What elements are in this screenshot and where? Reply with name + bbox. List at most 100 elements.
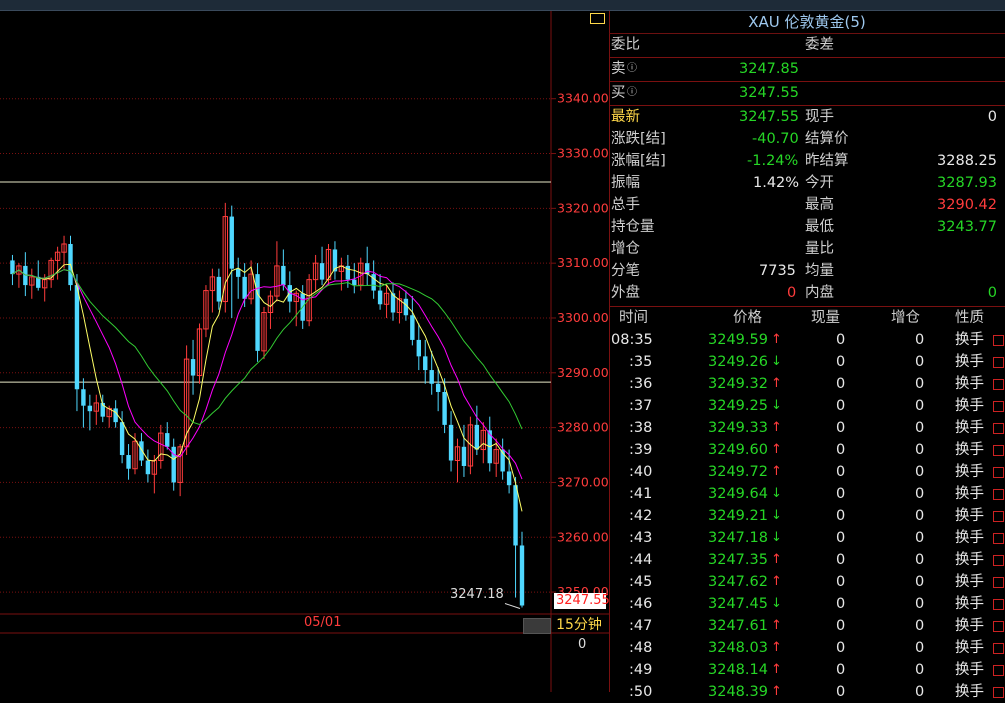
tick-time: :50 xyxy=(629,684,653,700)
tick-row[interactable]: :38 3249.33 ↑ 0 0 换手 xyxy=(609,417,1005,439)
inner-value: 0 xyxy=(987,285,997,301)
tick-volume: 0 xyxy=(836,376,846,392)
change-label: 涨跌[结] xyxy=(611,131,666,147)
tick-increase: 0 xyxy=(915,552,925,568)
tick-row[interactable]: :37 3249.25 ↓ 0 0 换手 xyxy=(609,395,1005,417)
row-toggle-icon[interactable] xyxy=(993,467,1004,478)
tick-row[interactable]: :44 3247.35 ↑ 0 0 换手 xyxy=(609,549,1005,571)
row-toggle-icon[interactable] xyxy=(993,489,1004,500)
tick-increase: 0 xyxy=(915,486,925,502)
quote-row-change: 涨跌[结] -40.70 结算价 xyxy=(609,128,1005,150)
tick-price: 3247.18 xyxy=(708,530,768,546)
tick-volume: 0 xyxy=(836,508,846,524)
tick-row[interactable]: :35 3249.26 ↓ 0 0 换手 xyxy=(609,351,1005,373)
tick-type: 换手 xyxy=(955,684,984,700)
candle-body-down xyxy=(165,433,170,447)
tick-row[interactable]: :49 3248.14 ↑ 0 0 换手 xyxy=(609,659,1005,681)
latest-value: 3247.55 xyxy=(739,109,799,125)
chart-corner-marker[interactable] xyxy=(590,13,605,24)
tick-volume: 0 xyxy=(836,618,846,634)
quote-row-increase: 增仓 量比 xyxy=(609,238,1005,260)
period-selector[interactable]: 15分钟 xyxy=(553,616,605,635)
tick-volume: 0 xyxy=(836,354,846,370)
sell-info-icon: ⓘ xyxy=(627,63,637,74)
arrow-up-icon: ↑ xyxy=(771,662,782,677)
last-low-pointer xyxy=(504,603,521,610)
ratio-label: 委比 xyxy=(611,37,640,53)
candle-body-down xyxy=(74,285,80,390)
tick-time: :43 xyxy=(629,530,653,546)
tick-time: :48 xyxy=(629,640,653,656)
buy-label: 买 xyxy=(611,85,626,101)
candle-body-down xyxy=(410,315,415,340)
tick-row[interactable]: :46 3247.45 ↓ 0 0 换手 xyxy=(609,593,1005,615)
row-toggle-icon[interactable] xyxy=(993,621,1004,632)
amplitude-value: 1.42% xyxy=(753,175,800,191)
tick-row[interactable]: :36 3249.32 ↑ 0 0 换手 xyxy=(609,373,1005,395)
low-label: 最低 xyxy=(805,219,834,235)
tick-row[interactable]: :48 3248.03 ↑ 0 0 换手 xyxy=(609,637,1005,659)
arrow-up-icon: ↑ xyxy=(771,332,782,347)
row-toggle-icon[interactable] xyxy=(993,555,1004,566)
row-toggle-icon[interactable] xyxy=(993,335,1004,346)
tick-row[interactable]: :42 3249.21 ↓ 0 0 换手 xyxy=(609,505,1005,527)
buy-price: 3247.55 xyxy=(739,85,799,101)
candle-body-down xyxy=(461,446,467,466)
outer-value: 0 xyxy=(787,285,797,301)
current-hand-value: 0 xyxy=(987,109,997,125)
change-pct-value: -1.24% xyxy=(747,153,799,169)
arrow-down-icon: ↓ xyxy=(771,530,782,545)
row-toggle-icon[interactable] xyxy=(993,357,1004,368)
quote-row-outer: 外盘 0 内盘 0 xyxy=(609,282,1005,304)
last-low-annotation: 3247.18 xyxy=(450,587,504,602)
row-toggle-icon[interactable] xyxy=(993,577,1004,588)
tick-volume: 0 xyxy=(836,530,846,546)
arrow-down-icon: ↓ xyxy=(771,508,782,523)
avg-label: 均量 xyxy=(805,263,834,279)
tick-row[interactable]: :45 3247.62 ↑ 0 0 换手 xyxy=(609,571,1005,593)
tick-type: 换手 xyxy=(955,354,984,370)
row-toggle-icon[interactable] xyxy=(993,401,1004,412)
tick-increase: 0 xyxy=(915,420,925,436)
tick-volume: 0 xyxy=(836,684,846,700)
y-tick-label: 3280.00 xyxy=(557,420,609,435)
tick-row[interactable]: :41 3249.64 ↓ 0 0 换手 xyxy=(609,483,1005,505)
tick-volume: 0 xyxy=(836,486,846,502)
tick-type: 换手 xyxy=(955,442,984,458)
candle-body-down xyxy=(377,290,383,305)
row-toggle-icon[interactable] xyxy=(993,665,1004,676)
volume-ratio-label: 量比 xyxy=(805,241,834,257)
row-toggle-icon[interactable] xyxy=(993,687,1004,698)
row-toggle-icon[interactable] xyxy=(993,379,1004,390)
candlestick-chart[interactable]: 3340.00 3330.00 3320.00 3310.00 3300.00 3290.… xyxy=(0,11,609,692)
tick-volume: 0 xyxy=(836,640,846,656)
row-toggle-icon[interactable] xyxy=(993,445,1004,456)
settle-label: 结算价 xyxy=(805,131,849,147)
tick-row[interactable]: 08:35 3249.59 ↑ 0 0 换手 xyxy=(609,329,1005,351)
low-value: 3243.77 xyxy=(937,219,997,235)
arrow-up-icon: ↑ xyxy=(771,552,782,567)
tick-row[interactable]: :43 3247.18 ↓ 0 0 换手 xyxy=(609,527,1005,549)
row-toggle-icon[interactable] xyxy=(993,423,1004,434)
tick-volume: 0 xyxy=(836,596,846,612)
row-toggle-icon[interactable] xyxy=(993,533,1004,544)
col-increase: 增仓 xyxy=(891,310,920,326)
tick-type: 换手 xyxy=(955,332,984,348)
tick-price: 3247.61 xyxy=(708,618,768,634)
row-toggle-icon[interactable] xyxy=(993,511,1004,522)
row-toggle-icon[interactable] xyxy=(993,599,1004,610)
tick-row[interactable]: :47 3247.61 ↑ 0 0 换手 xyxy=(609,615,1005,637)
tick-row[interactable]: :50 3248.39 ↑ 0 0 换手 xyxy=(609,681,1005,703)
candle-body-down xyxy=(119,422,125,456)
candle-body-down xyxy=(216,276,222,302)
candle-body-down xyxy=(506,471,512,486)
ticks-value: 7735 xyxy=(759,263,796,279)
tick-time: :37 xyxy=(629,398,653,414)
tick-increase: 0 xyxy=(915,508,925,524)
tick-row[interactable]: :39 3249.60 ↑ 0 0 换手 xyxy=(609,439,1005,461)
row-toggle-icon[interactable] xyxy=(993,643,1004,654)
y-tick-label: 3290.00 xyxy=(557,365,609,380)
tick-row[interactable]: :40 3249.72 ↑ 0 0 换手 xyxy=(609,461,1005,483)
period-scroll-button[interactable] xyxy=(523,618,551,634)
prev-settle-value: 3288.25 xyxy=(937,153,997,169)
